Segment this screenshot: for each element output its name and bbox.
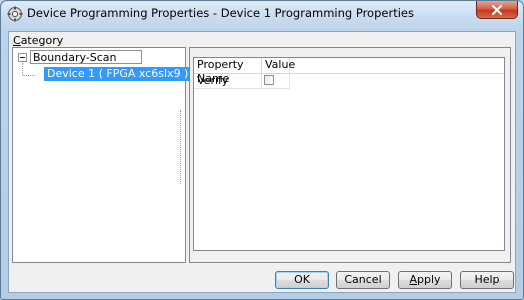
category-label: Category	[13, 34, 63, 47]
apply-button-mnemonic: A	[409, 273, 417, 286]
properties-panel: Property Name Value Verify	[189, 47, 511, 263]
title-bar[interactable]: Device Programming Properties - Device 1…	[1, 1, 523, 27]
category-label-rest: ategory	[20, 34, 64, 47]
window-title: Device Programming Properties - Device 1…	[27, 6, 414, 20]
apply-button-rest: pply	[417, 273, 441, 286]
panel-splitter[interactable]	[180, 110, 181, 184]
tree-item-boundary-scan[interactable]: Boundary-Scan	[30, 50, 142, 64]
apply-button[interactable]: Apply	[398, 271, 452, 289]
verify-checkbox[interactable]	[264, 75, 274, 85]
close-icon	[491, 4, 503, 15]
dialog-client-area: Category Boundary-Scan Device 1 ( FPGA x…	[8, 31, 516, 293]
tree-item-device-1[interactable]: Device 1 ( FPGA xc6slx9 )	[44, 67, 192, 81]
ok-button[interactable]: OK	[275, 271, 329, 289]
category-label-mnemonic: C	[13, 34, 21, 47]
close-button[interactable]	[476, 1, 518, 19]
tree-connector-horizontal	[23, 75, 35, 76]
tree-collapse-icon[interactable]	[18, 53, 27, 62]
cancel-button[interactable]: Cancel	[336, 271, 390, 289]
property-grid-header: Property Name Value	[194, 58, 504, 85]
help-button[interactable]: Help	[460, 271, 514, 289]
tree-connector-vertical	[22, 63, 23, 75]
device-programming-icon	[7, 6, 23, 22]
property-value-cell	[262, 73, 290, 88]
category-tree[interactable]: Boundary-Scan Device 1 ( FPGA xc6slx9 )	[12, 47, 192, 263]
column-header-value[interactable]: Value	[262, 58, 295, 73]
table-row[interactable]: Verify	[194, 73, 290, 89]
column-header-property-name[interactable]: Property Name	[194, 58, 262, 85]
property-name-verify: Verify	[194, 73, 262, 88]
property-grid: Property Name Value Verify	[193, 57, 505, 251]
dialog-window: Device Programming Properties - Device 1…	[0, 0, 524, 300]
